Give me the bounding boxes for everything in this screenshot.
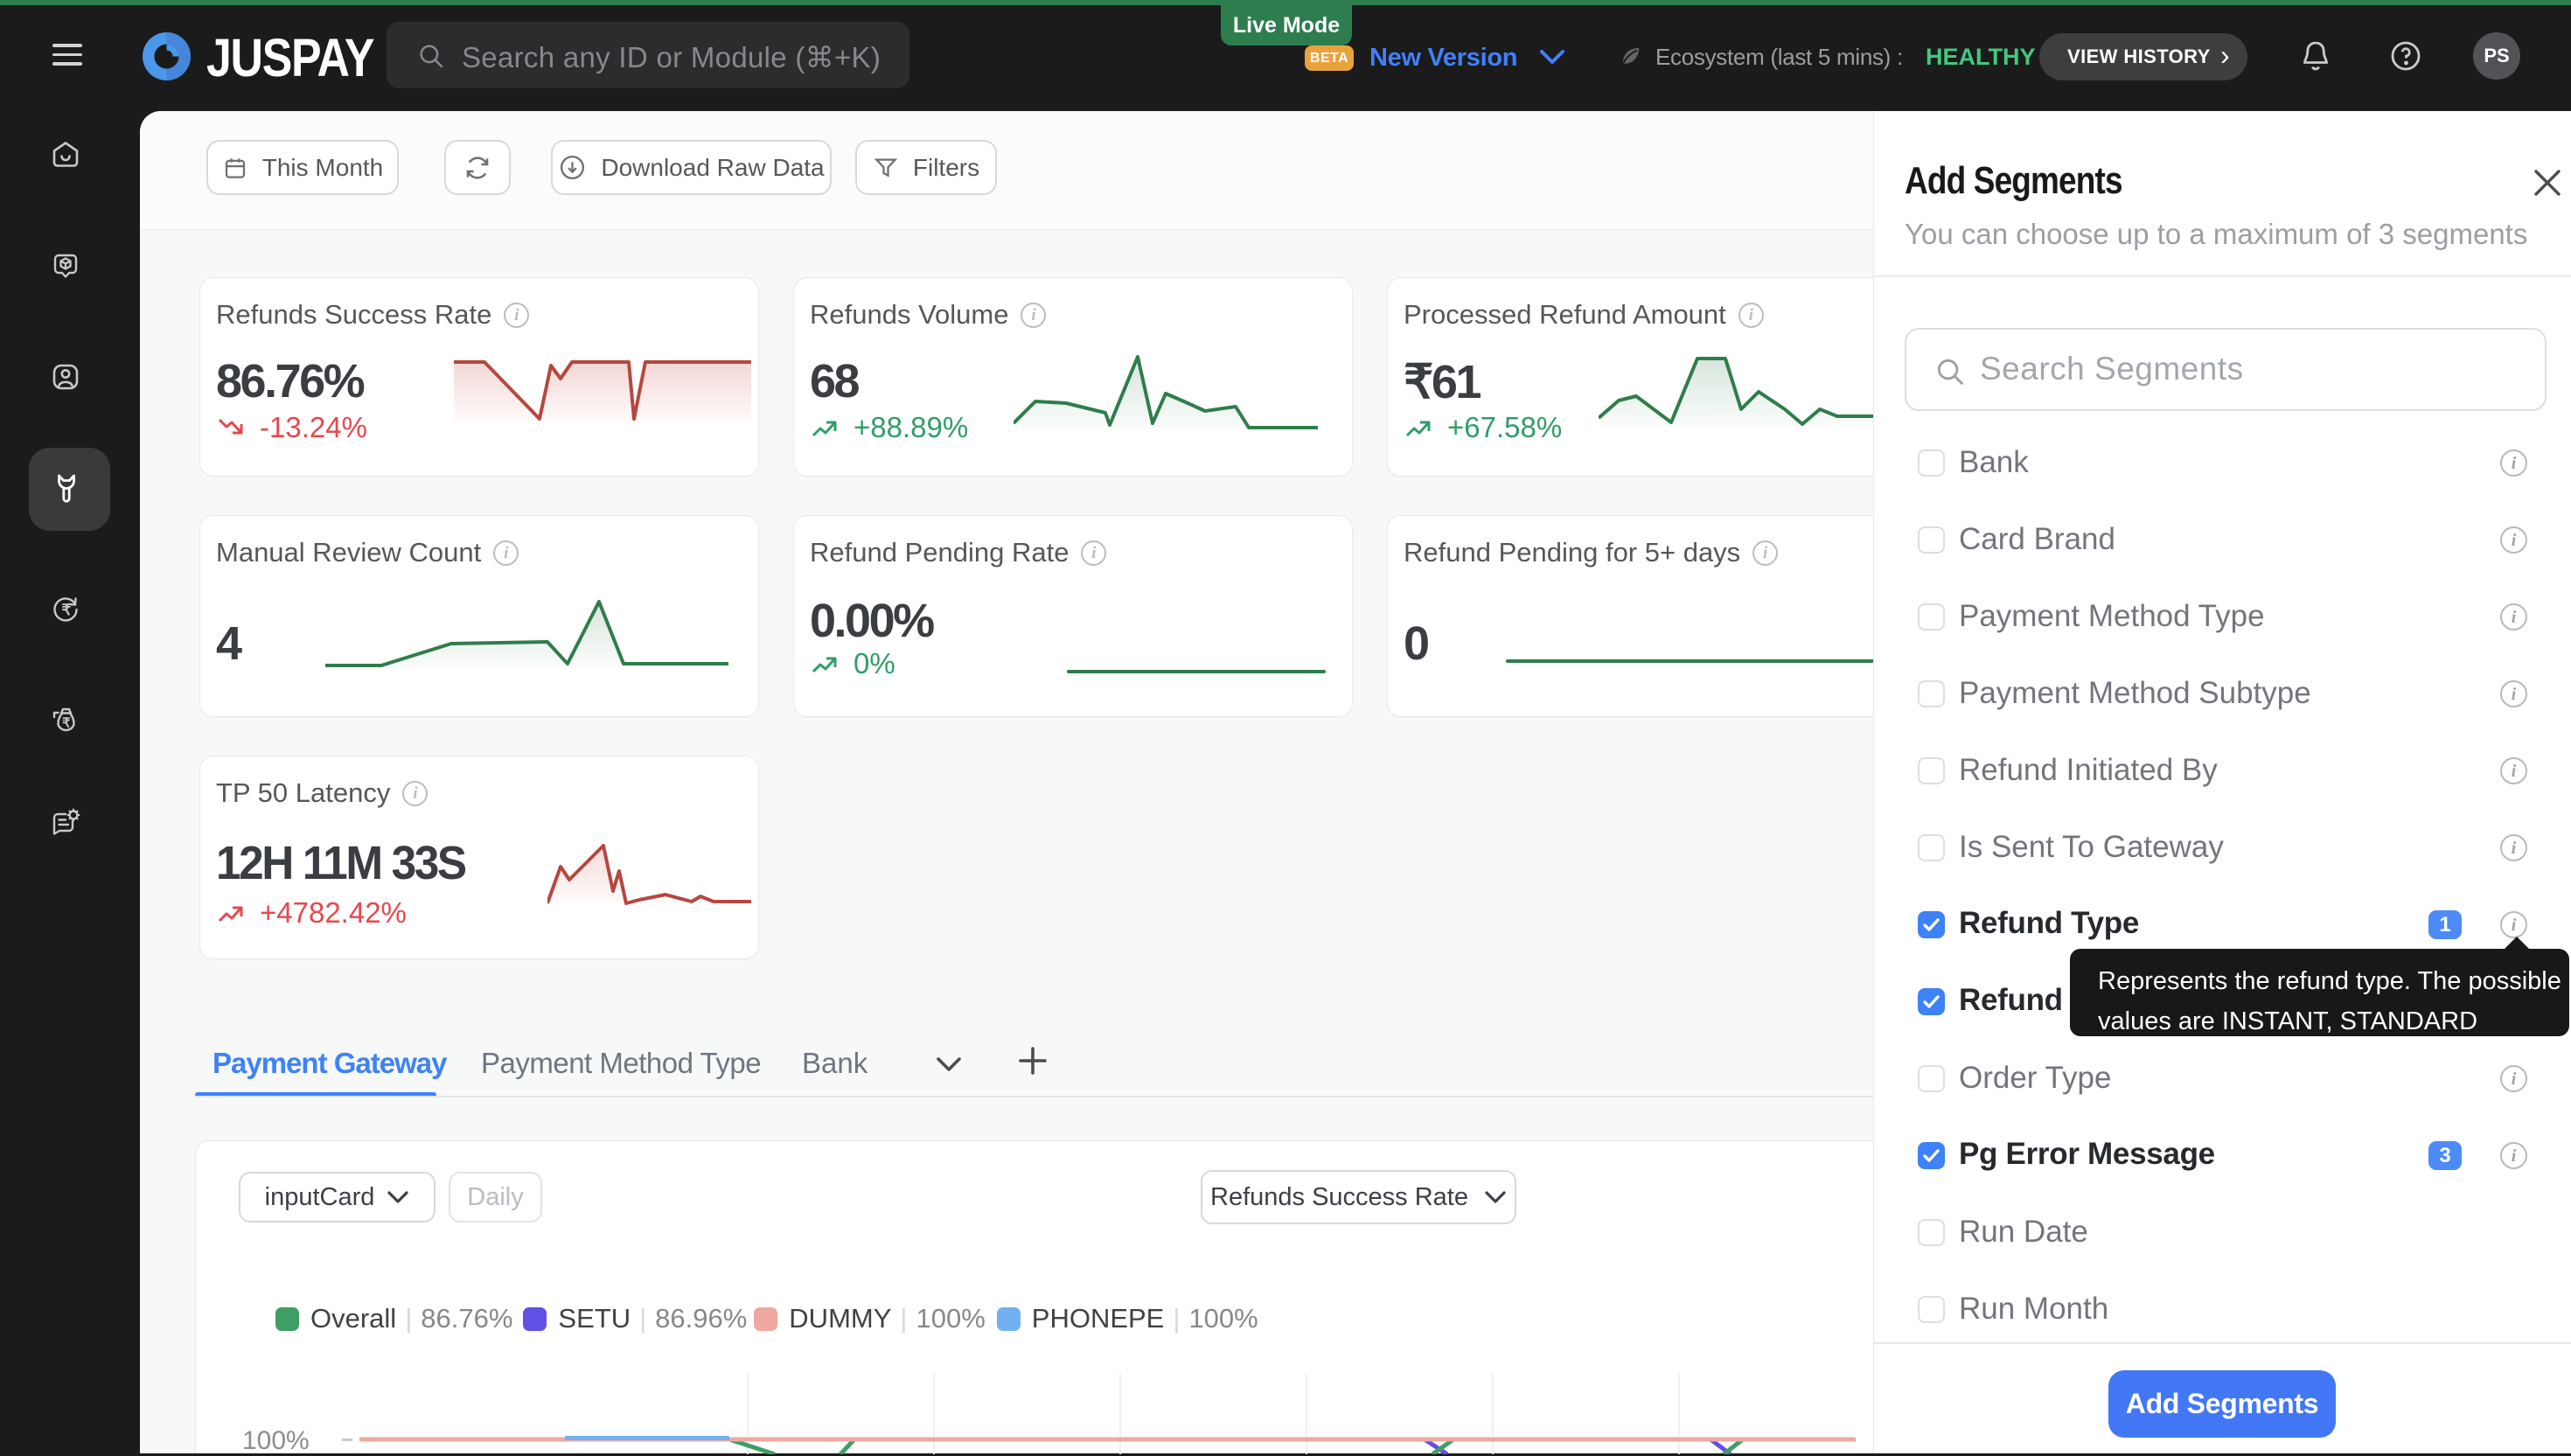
svg-text:₹: ₹: [62, 716, 71, 731]
svg-text:₹: ₹: [62, 602, 72, 618]
